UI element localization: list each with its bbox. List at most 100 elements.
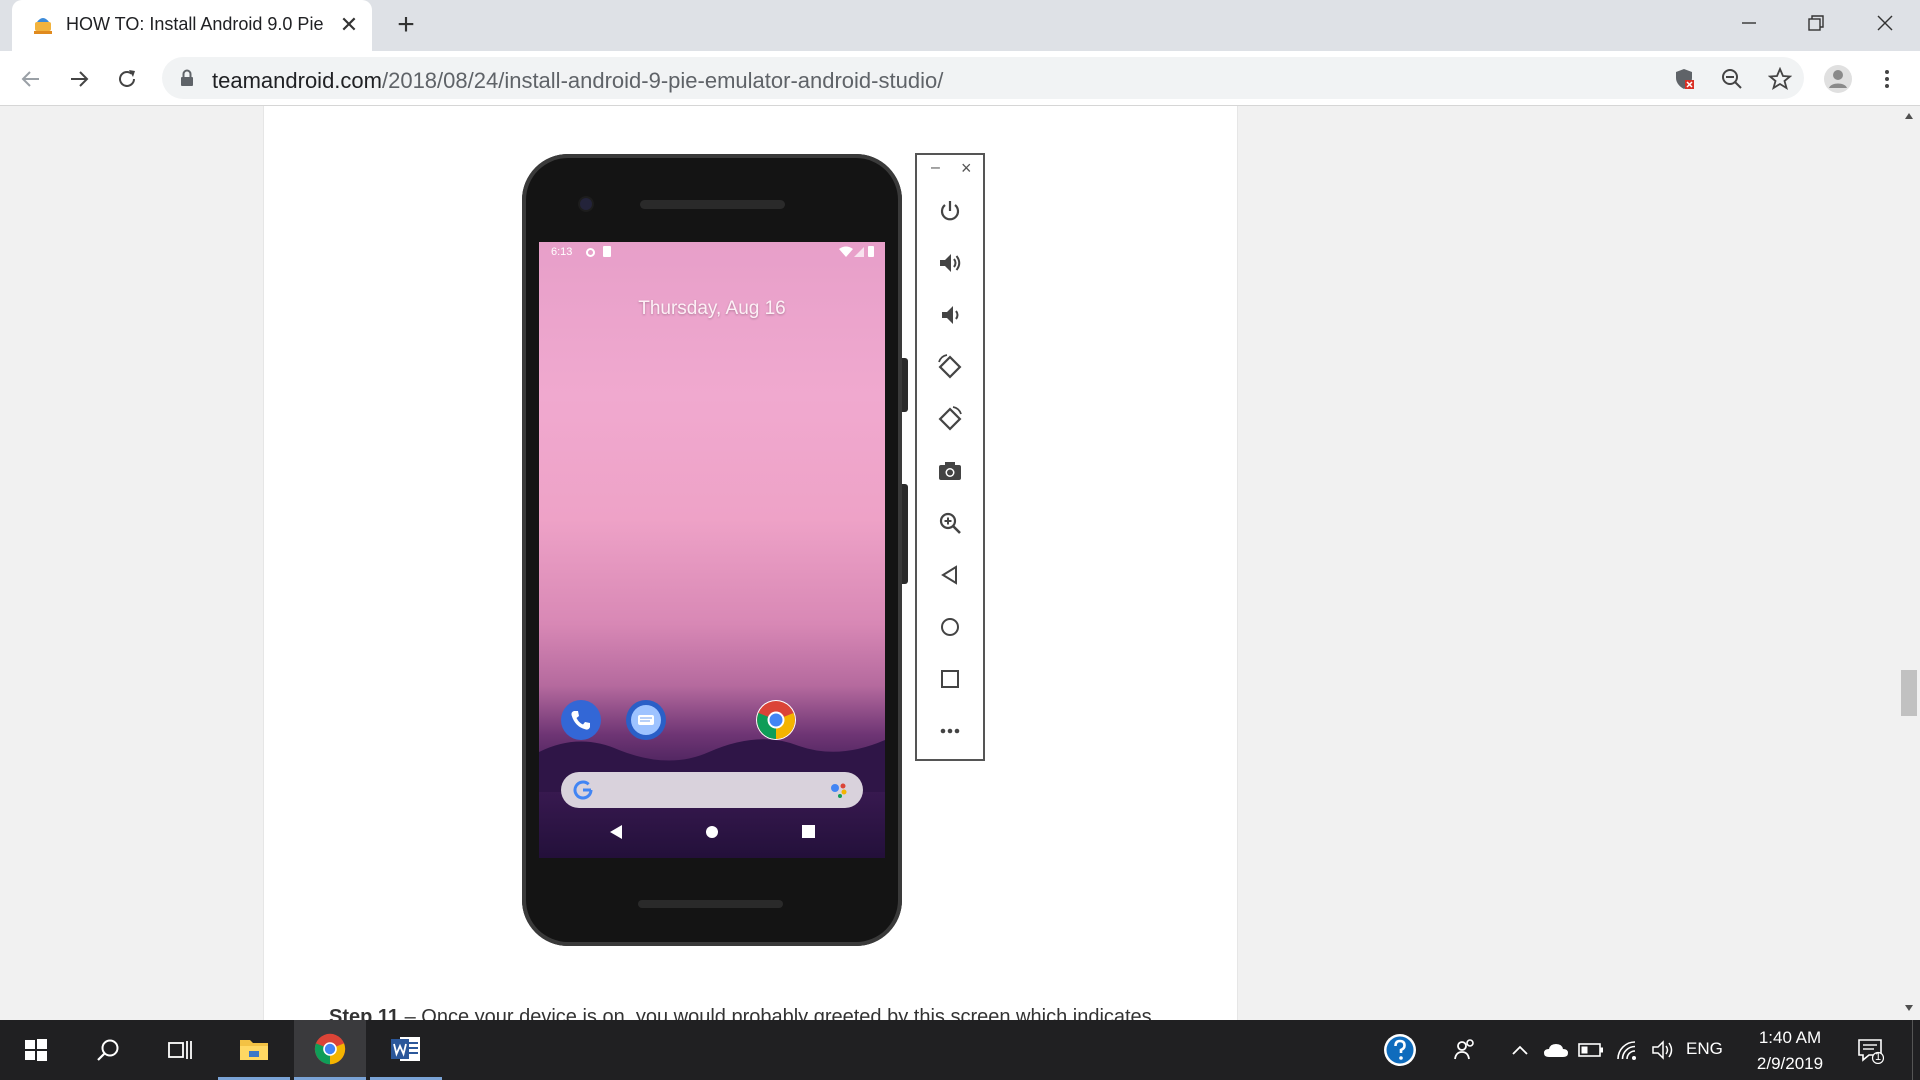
android-emulator-phone: 6:13 Thursday, Aug 16 [522,154,908,946]
browser-tab[interactable]: HOW TO: Install Android 9.0 Pie Emulator… [12,0,372,51]
emulator-more-button[interactable] [928,711,972,751]
input-language-indicator[interactable]: ENG [1686,1039,1723,1059]
minimize-window-button[interactable] [1720,6,1778,40]
phone-screen[interactable]: 6:13 Thursday, Aug 16 [539,242,885,858]
minimize-icon [1742,22,1756,24]
assistant-icon [831,783,847,798]
forward-button[interactable] [62,62,96,96]
article-body: 6:13 Thursday, Aug 16 – × Step 11 – Once… [263,106,1238,1020]
zoom-out-icon [1722,69,1742,89]
emulator-home-button[interactable] [928,607,972,647]
clock-time[interactable]: 1:40 AM [1740,1028,1840,1048]
android-home-icon[interactable] [705,825,719,839]
windows-logo-icon [25,1039,47,1061]
arrow-left-icon [21,71,39,87]
phone-handset-icon [571,711,590,730]
zoom-button[interactable] [1718,65,1746,93]
site-shield-button[interactable] [1670,65,1698,93]
help-question-icon [1384,1034,1416,1066]
messages-app-icon[interactable] [626,700,666,740]
emulator-volume-up-button[interactable] [928,243,972,283]
page-scrollbar[interactable] [1898,106,1920,1020]
volume-down-icon [942,306,959,324]
show-desktop-button[interactable] [1912,1020,1920,1080]
emulator-toolbar: – × [915,153,985,761]
settings-gear-icon [586,248,595,257]
zoom-in-icon [939,512,961,534]
emulator-volume-down-button[interactable] [928,295,972,335]
volume-tray-button[interactable] [1644,1020,1682,1080]
battery-tray-button[interactable] [1572,1020,1610,1080]
action-center-button[interactable]: 1 [1842,1020,1898,1080]
phone-volume-key [902,484,908,584]
scroll-up-arrow-icon[interactable] [1904,112,1914,120]
show-hidden-icons-button[interactable] [1500,1020,1540,1080]
android-back-icon[interactable] [609,824,623,840]
speaker-icon [1652,1040,1673,1060]
phone-app-icon[interactable] [561,700,601,740]
scrollbar-thumb[interactable] [1901,670,1917,716]
scroll-down-arrow-icon[interactable] [1904,1004,1914,1012]
step-description: – Once your device is on, you would prob… [399,1006,1152,1020]
task-view-icon [168,1041,192,1059]
step-label: Step 11 [329,1006,400,1020]
close-window-button[interactable] [1856,6,1914,40]
chrome-taskbar-button[interactable] [294,1020,366,1080]
emulator-zoom-button[interactable] [928,503,972,543]
phone-speaker [640,200,785,209]
browser-toolbar: teamandroid.com/2018/08/24/install-andro… [0,51,1920,106]
word-taskbar-button[interactable] [370,1020,442,1080]
network-tray-button[interactable] [1608,1020,1646,1080]
browser-tab-strip: HOW TO: Install Android 9.0 Pie Emulator… [0,0,1920,51]
address-bar[interactable]: teamandroid.com/2018/08/24/install-andro… [162,57,1804,99]
onedrive-tray-button[interactable] [1537,1020,1575,1080]
article-step-paragraph: Step 11 – Once your device is on, you wo… [329,1006,1152,1020]
emulator-back-button[interactable] [928,555,972,595]
emulator-minimize-button[interactable]: – [931,159,940,177]
search-icon [97,1039,119,1061]
android-nav-bar [539,812,885,852]
emulator-screenshot-button[interactable] [928,451,972,491]
volume-up-icon [940,254,961,272]
camera-icon [939,462,961,480]
emulator-power-button[interactable] [928,191,972,231]
task-view-button[interactable] [144,1020,216,1080]
reload-button[interactable] [110,62,144,96]
help-tray-button[interactable] [1364,1020,1436,1080]
lock-icon [181,69,193,86]
windows-taskbar: ENG 1:40 AM 2/9/2019 1 [0,1020,1920,1080]
people-tray-button[interactable] [1429,1020,1501,1080]
file-explorer-taskbar-button[interactable] [218,1020,290,1080]
emulator-overview-button[interactable] [928,659,972,699]
arrow-right-icon [71,71,89,87]
folder-icon [240,1039,268,1060]
browser-menu-button[interactable] [1870,62,1904,96]
chevron-up-icon [1512,1045,1528,1055]
back-button[interactable] [14,62,48,96]
tab-title: HOW TO: Install Android 9.0 Pie Emulator [66,14,328,34]
restore-icon [1808,15,1824,31]
taskbar-search-button[interactable] [72,1020,144,1080]
emulator-rotate-right-button[interactable] [928,399,972,439]
emulator-rotate-left-button[interactable] [928,347,972,387]
message-bubble-icon [631,705,661,735]
restore-window-button[interactable] [1787,6,1845,40]
android-recents-icon[interactable] [802,825,815,838]
url-domain: teamandroid.com [212,68,382,93]
bookmark-button[interactable] [1766,65,1794,93]
sd-card-icon [603,246,611,257]
google-search-bar[interactable] [561,772,863,808]
star-icon [1768,67,1792,90]
emulator-close-button[interactable]: × [961,158,972,179]
chrome-app-icon[interactable] [756,700,796,740]
notification-count-badge: 1 [1875,1051,1882,1063]
profile-button[interactable] [1821,62,1855,96]
rotate-left-icon [938,354,962,379]
phone-power-key [902,358,908,412]
clock-date[interactable]: 2/9/2019 [1740,1054,1840,1074]
wifi-icon [1617,1041,1636,1060]
rotate-right-icon [938,406,962,431]
new-tab-button[interactable]: + [390,9,422,41]
tab-close-button[interactable]: ✕ [334,10,364,40]
start-button[interactable] [0,1020,72,1080]
